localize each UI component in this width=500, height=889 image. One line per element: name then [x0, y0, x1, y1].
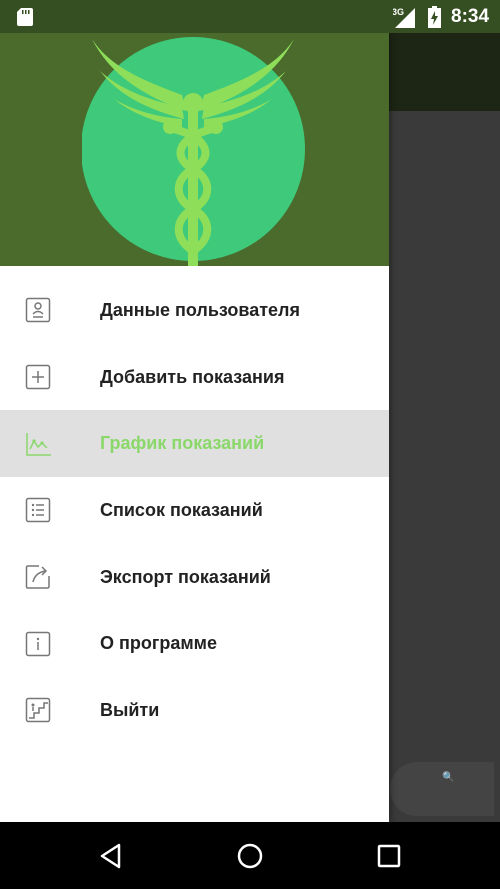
menu-item-export-readings[interactable]: Экспорт показаний — [0, 544, 389, 611]
home-icon[interactable] — [236, 842, 264, 870]
info-icon — [25, 631, 51, 657]
menu-item-user-data[interactable]: Данные пользователя — [0, 277, 389, 344]
caduceus-logo — [82, 37, 305, 266]
exit-stairs-icon — [25, 698, 51, 723]
menu-item-about[interactable]: О программе — [0, 610, 389, 677]
drawer-header — [0, 33, 389, 266]
navigation-bar — [0, 822, 500, 889]
sd-card-icon — [17, 8, 33, 26]
signal-icon: 3G — [393, 7, 415, 28]
menu-item-label: Выйти — [100, 699, 160, 720]
menu-item-label: Список показаний — [100, 499, 263, 520]
list-icon — [25, 498, 51, 523]
menu-item-add-readings[interactable]: Добавить показания — [0, 344, 389, 411]
status-time: 8:34 — [451, 6, 490, 27]
network-type-label: 3G — [393, 7, 404, 17]
plus-box-icon — [25, 364, 51, 390]
drawer-menu: Данные пользователя Добавить показания Г… — [0, 277, 389, 744]
menu-item-label: Добавить показания — [100, 366, 285, 387]
status-bar: 3G 8:34 — [0, 0, 500, 33]
chart-icon — [26, 432, 51, 456]
menu-item-label: Данные пользователя — [100, 299, 300, 320]
battery-icon — [428, 6, 441, 28]
menu-item-label: О программе — [100, 633, 218, 654]
recents-icon[interactable] — [375, 842, 403, 870]
menu-item-readings-chart[interactable]: График показаний — [0, 410, 389, 478]
navigation-drawer: Данные пользователя Добавить показания Г… — [0, 33, 389, 822]
back-icon[interactable] — [97, 842, 125, 870]
menu-item-label: Экспорт показаний — [100, 566, 271, 587]
background-search-bubble: 🔍 — [390, 762, 494, 816]
menu-item-readings-list[interactable]: Список показаний — [0, 477, 389, 544]
magnifier-icon: 🔍 — [442, 772, 455, 783]
user-card-icon — [25, 298, 51, 323]
menu-item-exit[interactable]: Выйти — [0, 677, 389, 744]
export-icon — [25, 565, 50, 589]
menu-item-label: График показаний — [100, 433, 265, 454]
